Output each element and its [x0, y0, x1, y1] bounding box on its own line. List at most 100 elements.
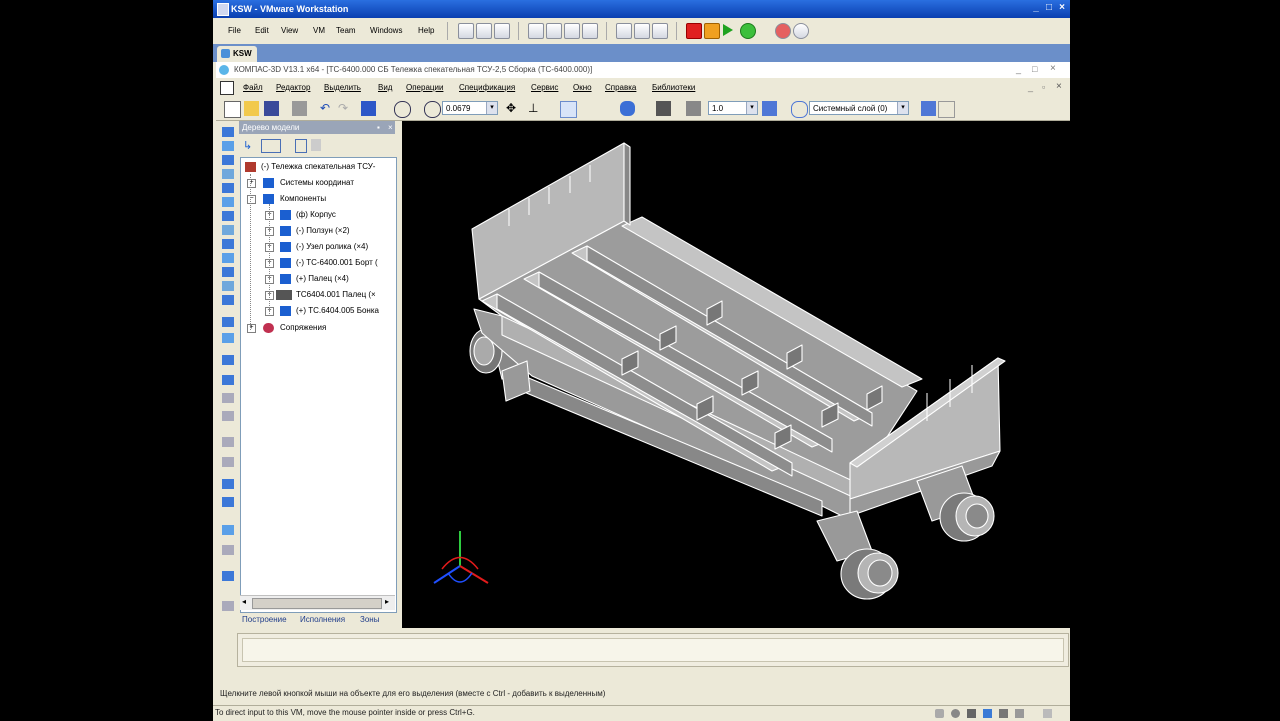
panel-close-icon[interactable]: ×	[385, 121, 393, 134]
power-off-icon[interactable]	[686, 23, 702, 39]
menu-okno[interactable]: Окно	[573, 83, 592, 92]
panel-switch-icon-8[interactable]	[222, 225, 234, 235]
menu-help[interactable]: Help	[418, 26, 434, 35]
menu-windows[interactable]: Windows	[370, 26, 402, 35]
expand-icon[interactable]: +	[247, 179, 256, 188]
zoom-scale-icon[interactable]	[424, 101, 441, 118]
message-log-icon[interactable]	[1043, 709, 1052, 718]
panel-switch-icon-25[interactable]	[222, 545, 234, 555]
panel-switch-icon-27[interactable]	[222, 601, 234, 611]
kompas-restore-icon[interactable]: □	[1032, 64, 1037, 74]
save-icon[interactable]	[264, 101, 279, 116]
show-summary-icon[interactable]	[634, 23, 650, 39]
tree-horizontal-scrollbar[interactable]: ◂ ▸	[240, 595, 395, 610]
perspective-icon[interactable]	[656, 101, 671, 116]
panel-switch-icon-12[interactable]	[222, 281, 234, 291]
menu-vid[interactable]: Вид	[378, 83, 392, 92]
scroll-thumb[interactable]	[252, 598, 382, 609]
zoom-field[interactable]: 0.0679 ▾	[442, 101, 498, 115]
send-ctrl-alt-del-icon[interactable]	[775, 23, 791, 39]
tree-structure-icon[interactable]	[261, 139, 281, 153]
filter-icon[interactable]	[586, 101, 601, 116]
panel-switch-icon-19[interactable]	[222, 411, 234, 421]
expand-icon[interactable]: +	[247, 324, 256, 333]
menu-fail[interactable]: Файл	[243, 83, 263, 92]
step-field[interactable]: 1.0 ▾	[708, 101, 758, 115]
layer-manager-icon[interactable]	[938, 101, 955, 118]
zoom-dropdown-icon[interactable]: ▾	[486, 102, 497, 114]
panel-switch-icon-2[interactable]	[222, 141, 234, 151]
tab-postroenie[interactable]: Построение	[242, 615, 287, 624]
panel-switch-icon-14[interactable]	[222, 317, 234, 327]
orientation-icon[interactable]: ⊥	[528, 101, 543, 116]
scroll-left-icon[interactable]: ◂	[242, 597, 246, 606]
model-viewport[interactable]	[402, 121, 1070, 628]
tab-zony[interactable]: Зоны	[360, 615, 379, 624]
panel-switch-icon-26[interactable]	[222, 571, 234, 581]
power-on-icon[interactable]	[723, 24, 733, 36]
kompas-inner-close-icon[interactable]: ×	[1056, 81, 1062, 92]
menu-operatsii[interactable]: Операции	[406, 83, 443, 92]
menu-servis[interactable]: Сервис	[531, 83, 558, 92]
menu-file[interactable]: File	[228, 26, 241, 35]
layer-dropdown-icon[interactable]: ▾	[897, 102, 908, 114]
panel-switch-icon-18[interactable]	[222, 393, 234, 403]
panel-switch-icon-21[interactable]	[222, 457, 234, 467]
menu-vm[interactable]: VM	[313, 26, 325, 35]
panel-switch-icon-13[interactable]	[222, 295, 234, 305]
reset-icon[interactable]	[740, 23, 756, 39]
device-floppy-icon[interactable]	[967, 709, 976, 718]
panel-switch-icon-5[interactable]	[222, 183, 234, 193]
panel-switch-icon-23[interactable]	[222, 497, 234, 507]
device-cd-icon[interactable]	[951, 709, 960, 718]
panel-switch-icon-15[interactable]	[222, 333, 234, 343]
rebuild-icon[interactable]	[361, 101, 376, 116]
properties-icon[interactable]	[961, 101, 976, 116]
redo-icon[interactable]: ↷	[338, 101, 353, 116]
menu-redaktor[interactable]: Редактор	[276, 83, 310, 92]
device-hdd-icon[interactable]	[935, 709, 944, 718]
collapse-icon[interactable]: −	[247, 195, 256, 204]
panel-pin-icon[interactable]: ▪	[374, 121, 380, 134]
device-usb-icon[interactable]	[999, 709, 1008, 718]
step-dropdown-icon[interactable]: ▾	[746, 102, 757, 114]
vm-settings-icon[interactable]	[793, 23, 809, 39]
undo-icon[interactable]: ↶	[320, 101, 335, 116]
kompas-inner-minimize-icon[interactable]: _	[1028, 82, 1033, 92]
minimize-icon[interactable]: _	[1031, 3, 1041, 13]
panel-switch-icon-4[interactable]	[222, 169, 234, 179]
layer-properties-icon[interactable]	[921, 101, 936, 116]
panel-switch-icon-16[interactable]	[222, 355, 234, 365]
properties-panel[interactable]	[237, 633, 1069, 667]
panel-switch-icon-11[interactable]	[222, 267, 234, 277]
cursor-step-icon[interactable]	[686, 101, 701, 116]
panel-switch-icon-17[interactable]	[222, 375, 234, 385]
panel-switch-icon-10[interactable]	[222, 253, 234, 263]
device-network-icon[interactable]	[983, 709, 992, 718]
select-icon[interactable]	[560, 101, 577, 118]
close-icon[interactable]: ×	[1057, 3, 1067, 13]
tree-build-order-icon[interactable]: ↳	[243, 139, 255, 152]
pan-icon[interactable]: ✥	[506, 101, 521, 116]
kompas-minimize-icon[interactable]: _	[1016, 64, 1021, 74]
panel-switch-icon-20[interactable]	[222, 437, 234, 447]
panel-switch-icon-6[interactable]	[222, 197, 234, 207]
full-screen-icon[interactable]	[546, 23, 562, 39]
suspend-icon[interactable]	[704, 23, 720, 39]
quick-switch-icon[interactable]	[582, 23, 598, 39]
layer-field[interactable]: Системный слой (0) ▾	[809, 101, 909, 115]
snapshot-icon[interactable]	[458, 23, 474, 39]
panel-switch-icon-3[interactable]	[222, 155, 234, 165]
tab-ksw[interactable]: KSW	[217, 46, 257, 62]
ortho-icon[interactable]	[762, 101, 777, 116]
show-thumbnail-icon[interactable]	[652, 23, 668, 39]
panel-switch-icon-24[interactable]	[222, 525, 234, 535]
print-icon[interactable]	[292, 101, 307, 116]
kompas-inner-restore-icon[interactable]: ▫	[1042, 82, 1045, 92]
menu-view[interactable]: View	[281, 26, 298, 35]
menu-spravka[interactable]: Справка	[605, 83, 636, 92]
tab-ispolneniya[interactable]: Исполнения	[300, 615, 345, 624]
panel-switch-icon-9[interactable]	[222, 239, 234, 249]
new-document-icon[interactable]	[224, 101, 241, 118]
menu-biblioteki[interactable]: Библиотеки	[652, 83, 695, 92]
